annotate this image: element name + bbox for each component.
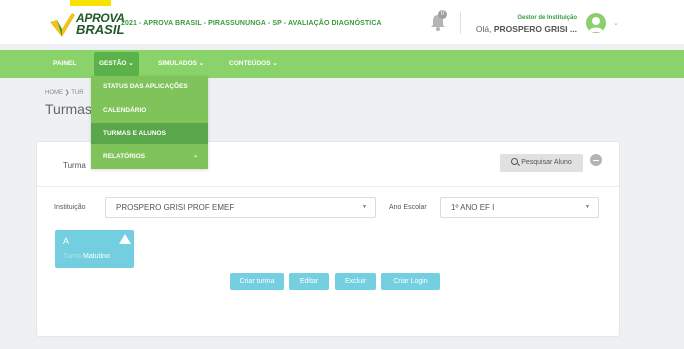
menu-item-relatorios-label: RELATÓRIOS xyxy=(103,153,146,160)
caret-down-icon: ▼ xyxy=(362,204,367,210)
class-shift-label: Turno xyxy=(63,253,82,260)
user-avatar-icon xyxy=(589,17,603,32)
chevron-down-icon: ⌄ xyxy=(192,153,198,159)
institution-select-value: PROSPERO GRISI PROF EMEF xyxy=(116,203,235,212)
greeting-prefix: Olá, xyxy=(475,24,492,34)
notification-badge: 0 xyxy=(438,10,447,19)
turmas-card: Turma Pesquisar Aluno Instituição PROSPE… xyxy=(36,141,620,337)
search-student-button[interactable]: Pesquisar Aluno xyxy=(500,154,583,172)
institution-label: Instituição xyxy=(54,204,86,211)
avatar[interactable] xyxy=(586,13,606,33)
user-name: PROSPERO GRISI ... xyxy=(493,24,577,34)
card-title: Turma xyxy=(63,161,86,170)
institution-select[interactable]: PROSPERO GRISI PROF EMEF ▼ xyxy=(105,197,376,218)
create-login-button[interactable]: Criar Login xyxy=(381,273,440,290)
gestao-dropdown-menu: STATUS DAS APLICAÇÕES CALENDÁRIO TURMAS … xyxy=(91,76,208,169)
class-shift: Turno Matutino xyxy=(63,253,110,260)
page-title: Turmas xyxy=(45,101,92,117)
search-icon xyxy=(511,158,519,165)
main-nav: PAINEL GESTÃO ⌄ SIMULADOS ⌄ CONTEÚDOS ⌄ xyxy=(0,50,684,78)
top-header: APROVA BRASIL 2021 - APROVA BRASIL - PIR… xyxy=(0,0,684,44)
nav-simulados[interactable]: SIMULADOS ⌄ xyxy=(158,50,204,78)
search-student-label: Pesquisar Aluno xyxy=(521,159,572,166)
logo-check-icon xyxy=(50,13,75,37)
delete-button[interactable]: Excluir xyxy=(335,273,376,290)
nav-conteudos[interactable]: CONTEÚDOS ⌄ xyxy=(229,50,278,78)
logo-highlight xyxy=(70,0,111,6)
logo[interactable]: APROVA BRASIL xyxy=(76,12,125,36)
user-menu-chevron-icon[interactable]: ⌄ xyxy=(613,19,619,27)
menu-item-relatorios[interactable]: RELATÓRIOS ⌄ xyxy=(91,146,208,167)
class-card-a[interactable]: A Turno Matutino xyxy=(55,230,134,268)
menu-item-calendario[interactable]: CALENDÁRIO xyxy=(91,100,208,121)
card-divider xyxy=(37,186,619,187)
logo-line2: BRASIL xyxy=(76,22,125,37)
menu-item-turmas-alunos[interactable]: TURMAS E ALUNOS xyxy=(91,123,208,144)
create-class-button[interactable]: Criar turma xyxy=(230,273,284,290)
grade-select-value: 1º ANO EF I xyxy=(451,203,495,212)
caret-down-icon: ▼ xyxy=(585,204,590,210)
triangle-up-icon[interactable] xyxy=(119,234,131,244)
header-divider xyxy=(460,12,461,34)
class-letter: A xyxy=(63,236,70,246)
nav-gestao[interactable]: GESTÃO ⌄ xyxy=(94,52,139,76)
collapse-icon[interactable] xyxy=(590,154,602,166)
user-greeting[interactable]: Olá, PROSPERO GRISI ... xyxy=(472,24,577,34)
menu-item-status-aplicacoes[interactable]: STATUS DAS APLICAÇÕES xyxy=(91,76,208,97)
user-role-label: Gestor de Instituição xyxy=(517,15,577,21)
grade-select[interactable]: 1º ANO EF I ▼ xyxy=(440,197,599,218)
nav-painel[interactable]: PAINEL xyxy=(53,50,76,78)
app-title: 2021 - APROVA BRASIL - PIRASSUNUNGA - SP… xyxy=(121,20,382,27)
edit-button[interactable]: Editar xyxy=(289,273,329,290)
class-shift-value: Matutino xyxy=(82,253,110,260)
grade-label: Ano Escolar xyxy=(389,204,427,211)
breadcrumb: HOME ❯ TUR xyxy=(45,90,84,96)
